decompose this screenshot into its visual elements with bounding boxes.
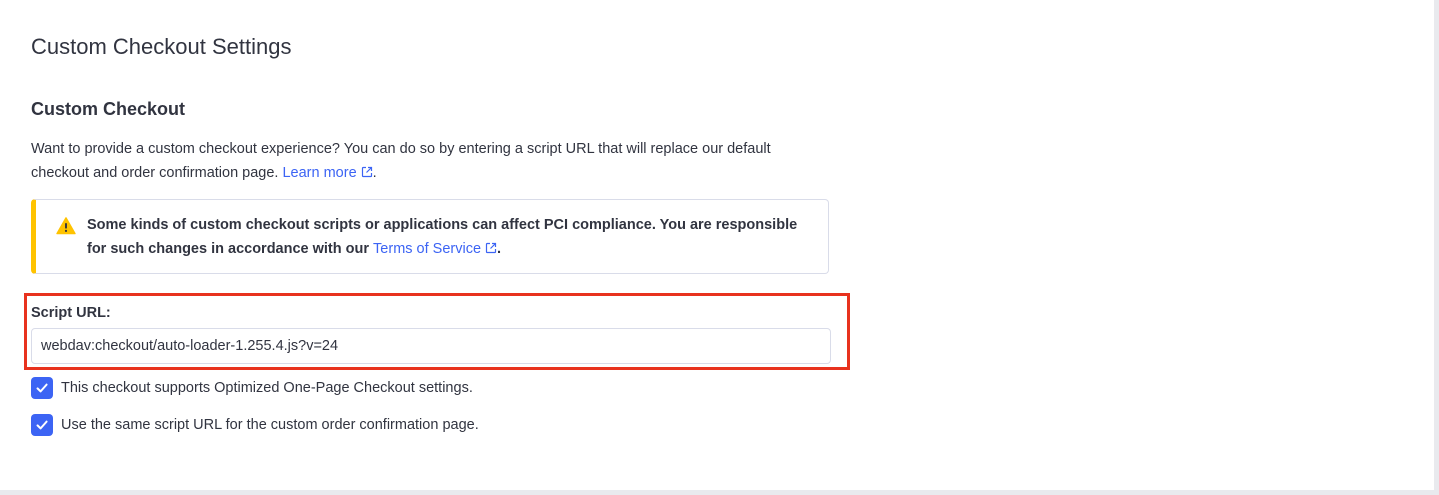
checkmark-icon	[36, 420, 48, 430]
optimized-checkout-label: This checkout supports Optimized One-Pag…	[61, 380, 473, 396]
checkmark-icon	[36, 383, 48, 393]
settings-card: Custom Checkout Settings Custom Checkout…	[0, 0, 1434, 490]
learn-more-link[interactable]: Learn more	[282, 165, 372, 181]
pci-warning-alert: Some kinds of custom checkout scripts or…	[31, 199, 829, 274]
external-link-icon	[361, 166, 372, 178]
section-description: Want to provide a custom checkout experi…	[31, 137, 821, 185]
alert-period: .	[497, 241, 502, 257]
script-url-input[interactable]	[31, 328, 831, 364]
option-optimized-checkout[interactable]: This checkout supports Optimized One-Pag…	[31, 377, 473, 399]
option-same-script-url[interactable]: Use the same script URL for the custom o…	[31, 414, 479, 436]
same-script-url-label: Use the same script URL for the custom o…	[61, 417, 479, 433]
script-url-label: Script URL:	[31, 305, 111, 321]
terms-of-service-label: Terms of Service	[373, 241, 482, 257]
same-script-url-checkbox[interactable]	[31, 414, 53, 436]
warning-triangle-icon	[56, 217, 76, 235]
external-link-icon	[485, 242, 497, 254]
description-text: Want to provide a custom checkout experi…	[31, 141, 771, 181]
learn-more-label: Learn more	[282, 165, 357, 181]
description-period: .	[372, 165, 377, 181]
section-title: Custom Checkout	[31, 99, 186, 119]
optimized-checkout-checkbox[interactable]	[31, 377, 53, 399]
alert-message: Some kinds of custom checkout scripts or…	[87, 213, 817, 261]
terms-of-service-link[interactable]: Terms of Service	[373, 241, 497, 257]
page-title: Custom Checkout Settings	[31, 34, 292, 59]
